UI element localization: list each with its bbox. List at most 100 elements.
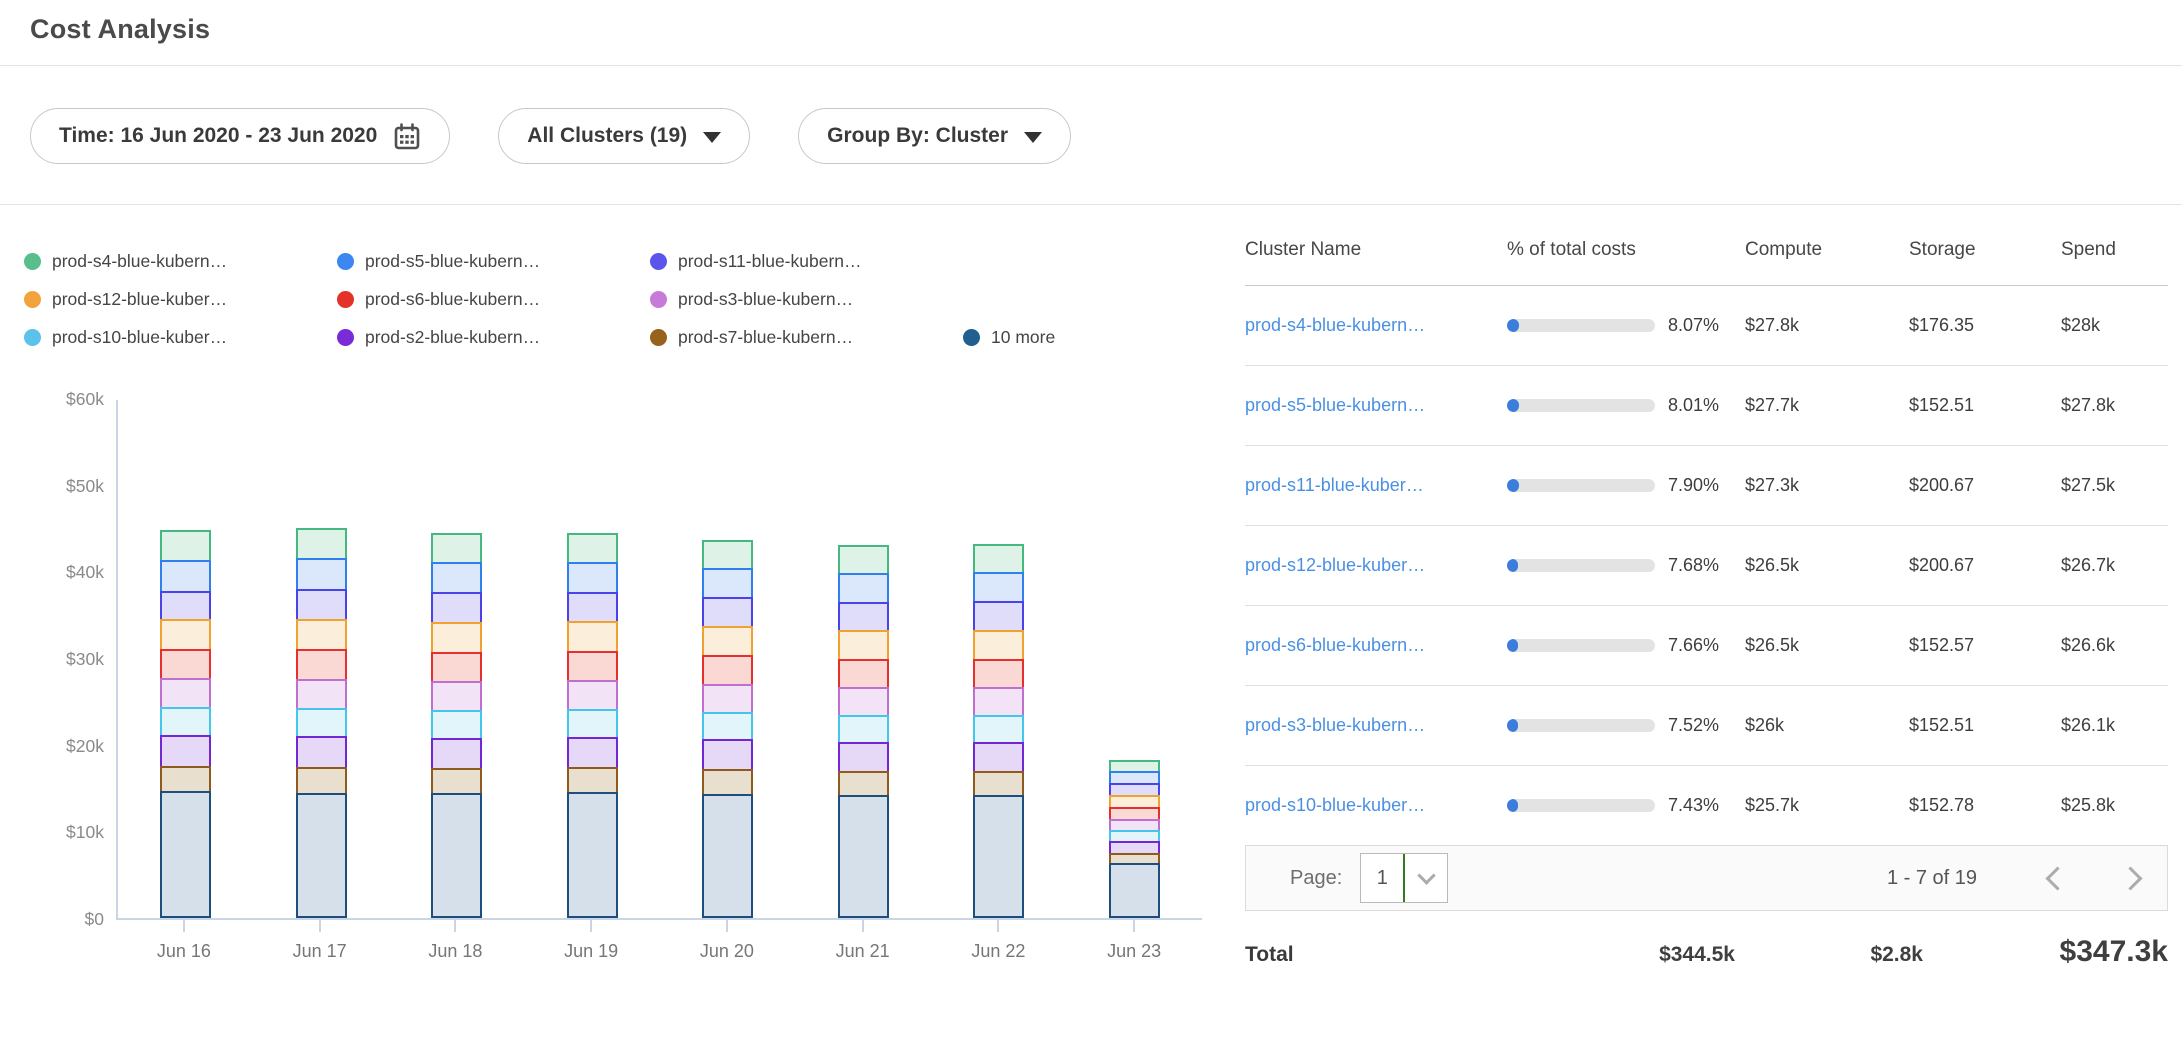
stacked-bar-jun-23[interactable] — [1109, 760, 1160, 918]
cluster-link[interactable]: prod-s4-blue-kubern… — [1245, 315, 1425, 335]
stacked-bar-jun-22[interactable] — [973, 544, 1024, 918]
storage-cell: $152.57 — [1909, 635, 2061, 656]
page-title: Cost Analysis — [30, 14, 2182, 45]
bar-segment — [973, 687, 1024, 717]
bar-segment — [973, 544, 1024, 574]
legend-row: prod-s12-blue-kuber…prod-s6-blue-kubern…… — [24, 289, 1245, 310]
stacked-bar-jun-19[interactable] — [567, 533, 618, 918]
bar-segment — [296, 619, 347, 651]
legend-item[interactable]: prod-s6-blue-kubern… — [337, 289, 650, 310]
table-total-row: Total $344.5k $2.8k $347.3k — [1245, 911, 2168, 969]
cluster-link[interactable]: prod-s10-blue-kuber… — [1245, 795, 1425, 815]
pct-value: 8.01% — [1668, 395, 1719, 416]
compute-cell: $25.7k — [1745, 795, 1909, 816]
legend-item[interactable]: prod-s10-blue-kuber… — [24, 327, 337, 348]
bar-segment — [973, 572, 1024, 603]
bar-segment — [567, 592, 618, 623]
legend-item[interactable]: prod-s7-blue-kubern… — [650, 327, 963, 348]
legend-dot-icon — [24, 329, 41, 346]
spend-cell: $27.5k — [2061, 475, 2168, 496]
pct-progress-bar — [1507, 559, 1655, 572]
bar-segment — [431, 562, 482, 594]
compute-cell: $26.5k — [1745, 555, 1909, 576]
bar-segment — [702, 568, 753, 599]
bar-segment — [702, 684, 753, 714]
chart-panel: prod-s4-blue-kubern…prod-s5-blue-kubern…… — [0, 205, 1245, 969]
bar-slot — [1067, 400, 1203, 918]
bar-segment — [431, 738, 482, 770]
bar-slot — [660, 400, 796, 918]
x-axis-label: Jun 17 — [293, 941, 347, 962]
pct-progress-fill — [1507, 719, 1518, 732]
table-row: prod-s12-blue-kuber…7.68%$26.5k$200.67$2… — [1245, 526, 2168, 606]
bar-slot — [389, 400, 525, 918]
bar-segment — [431, 681, 482, 712]
legend-item[interactable]: 10 more — [963, 327, 1055, 348]
group-by-filter[interactable]: Group By: Cluster — [798, 108, 1071, 164]
legend-item[interactable]: prod-s4-blue-kubern… — [24, 251, 337, 272]
next-page-icon[interactable] — [2118, 866, 2142, 890]
column-header-cluster-name: Cluster Name — [1245, 239, 1507, 261]
time-range-label: Time: 16 Jun 2020 - 23 Jun 2020 — [59, 124, 377, 148]
page-select-value: 1 — [1361, 854, 1403, 902]
pct-progress-bar — [1507, 319, 1655, 332]
legend-item[interactable]: prod-s2-blue-kubern… — [337, 327, 650, 348]
bar-segment — [838, 771, 889, 797]
x-axis-label: Jun 23 — [1107, 941, 1161, 962]
bar-segment — [431, 652, 482, 683]
bar-segment — [838, 795, 889, 918]
bar-segment — [973, 742, 1024, 773]
bar-segment — [431, 592, 482, 624]
cluster-name-cell: prod-s5-blue-kubern… — [1245, 395, 1507, 416]
x-axis-slot: Jun 19 — [523, 920, 659, 962]
stacked-bar-jun-18[interactable] — [431, 533, 482, 918]
chart-legend: prod-s4-blue-kubern…prod-s5-blue-kubern…… — [24, 251, 1245, 348]
time-range-filter[interactable]: Time: 16 Jun 2020 - 23 Jun 2020 — [30, 108, 450, 164]
y-axis-tick-label: $40k — [28, 562, 104, 583]
compute-cell: $27.7k — [1745, 395, 1909, 416]
legend-dot-icon — [337, 329, 354, 346]
table-header-row: Cluster Name % of total costs Compute St… — [1245, 231, 2168, 286]
legend-item[interactable]: prod-s11-blue-kubern… — [650, 251, 862, 272]
cluster-link[interactable]: prod-s11-blue-kuber… — [1245, 475, 1424, 495]
total-storage: $2.8k — [1735, 943, 1923, 967]
previous-page-icon[interactable] — [2045, 866, 2069, 890]
cluster-link[interactable]: prod-s5-blue-kubern… — [1245, 395, 1425, 415]
cluster-name-cell: prod-s6-blue-kubern… — [1245, 635, 1507, 656]
stacked-bar-jun-20[interactable] — [702, 540, 753, 918]
cluster-name-cell: prod-s12-blue-kuber… — [1245, 555, 1507, 576]
x-axis-label: Jun 20 — [700, 941, 754, 962]
bar-segment — [567, 792, 618, 918]
page-select[interactable]: 1 — [1360, 853, 1448, 903]
bar-segment — [567, 562, 618, 594]
compute-cell: $26k — [1745, 715, 1909, 736]
cluster-link[interactable]: prod-s12-blue-kuber… — [1245, 555, 1425, 575]
calendar-icon — [393, 122, 421, 150]
legend-dot-icon — [650, 329, 667, 346]
bar-segment — [702, 540, 753, 570]
cluster-link[interactable]: prod-s6-blue-kubern… — [1245, 635, 1425, 655]
bar-segment — [431, 710, 482, 740]
bar-segment — [160, 619, 211, 651]
bar-segment — [296, 558, 347, 591]
caret-down-icon — [1024, 132, 1042, 143]
legend-item[interactable]: prod-s3-blue-kubern… — [650, 289, 853, 310]
table-body: prod-s4-blue-kubern…8.07%$27.8k$176.35$2… — [1245, 286, 2168, 846]
x-axis-tick — [183, 920, 185, 932]
pct-progress-bar — [1507, 799, 1655, 812]
legend-item[interactable]: prod-s5-blue-kubern… — [337, 251, 650, 272]
bar-segment — [296, 736, 347, 769]
cluster-link[interactable]: prod-s3-blue-kubern… — [1245, 715, 1425, 735]
legend-label: prod-s7-blue-kubern… — [678, 327, 853, 348]
cluster-name-cell: prod-s3-blue-kubern… — [1245, 715, 1507, 736]
stacked-bar-jun-21[interactable] — [838, 545, 889, 918]
total-label: Total — [1245, 943, 1495, 967]
bar-segment — [838, 630, 889, 661]
bar-segment — [160, 678, 211, 709]
clusters-filter[interactable]: All Clusters (19) — [498, 108, 750, 164]
legend-item[interactable]: prod-s12-blue-kuber… — [24, 289, 337, 310]
stacked-bar-jun-16[interactable] — [160, 530, 211, 918]
bar-segment — [567, 767, 618, 794]
table-row: prod-s5-blue-kubern…8.01%$27.7k$152.51$2… — [1245, 366, 2168, 446]
stacked-bar-jun-17[interactable] — [296, 528, 347, 918]
